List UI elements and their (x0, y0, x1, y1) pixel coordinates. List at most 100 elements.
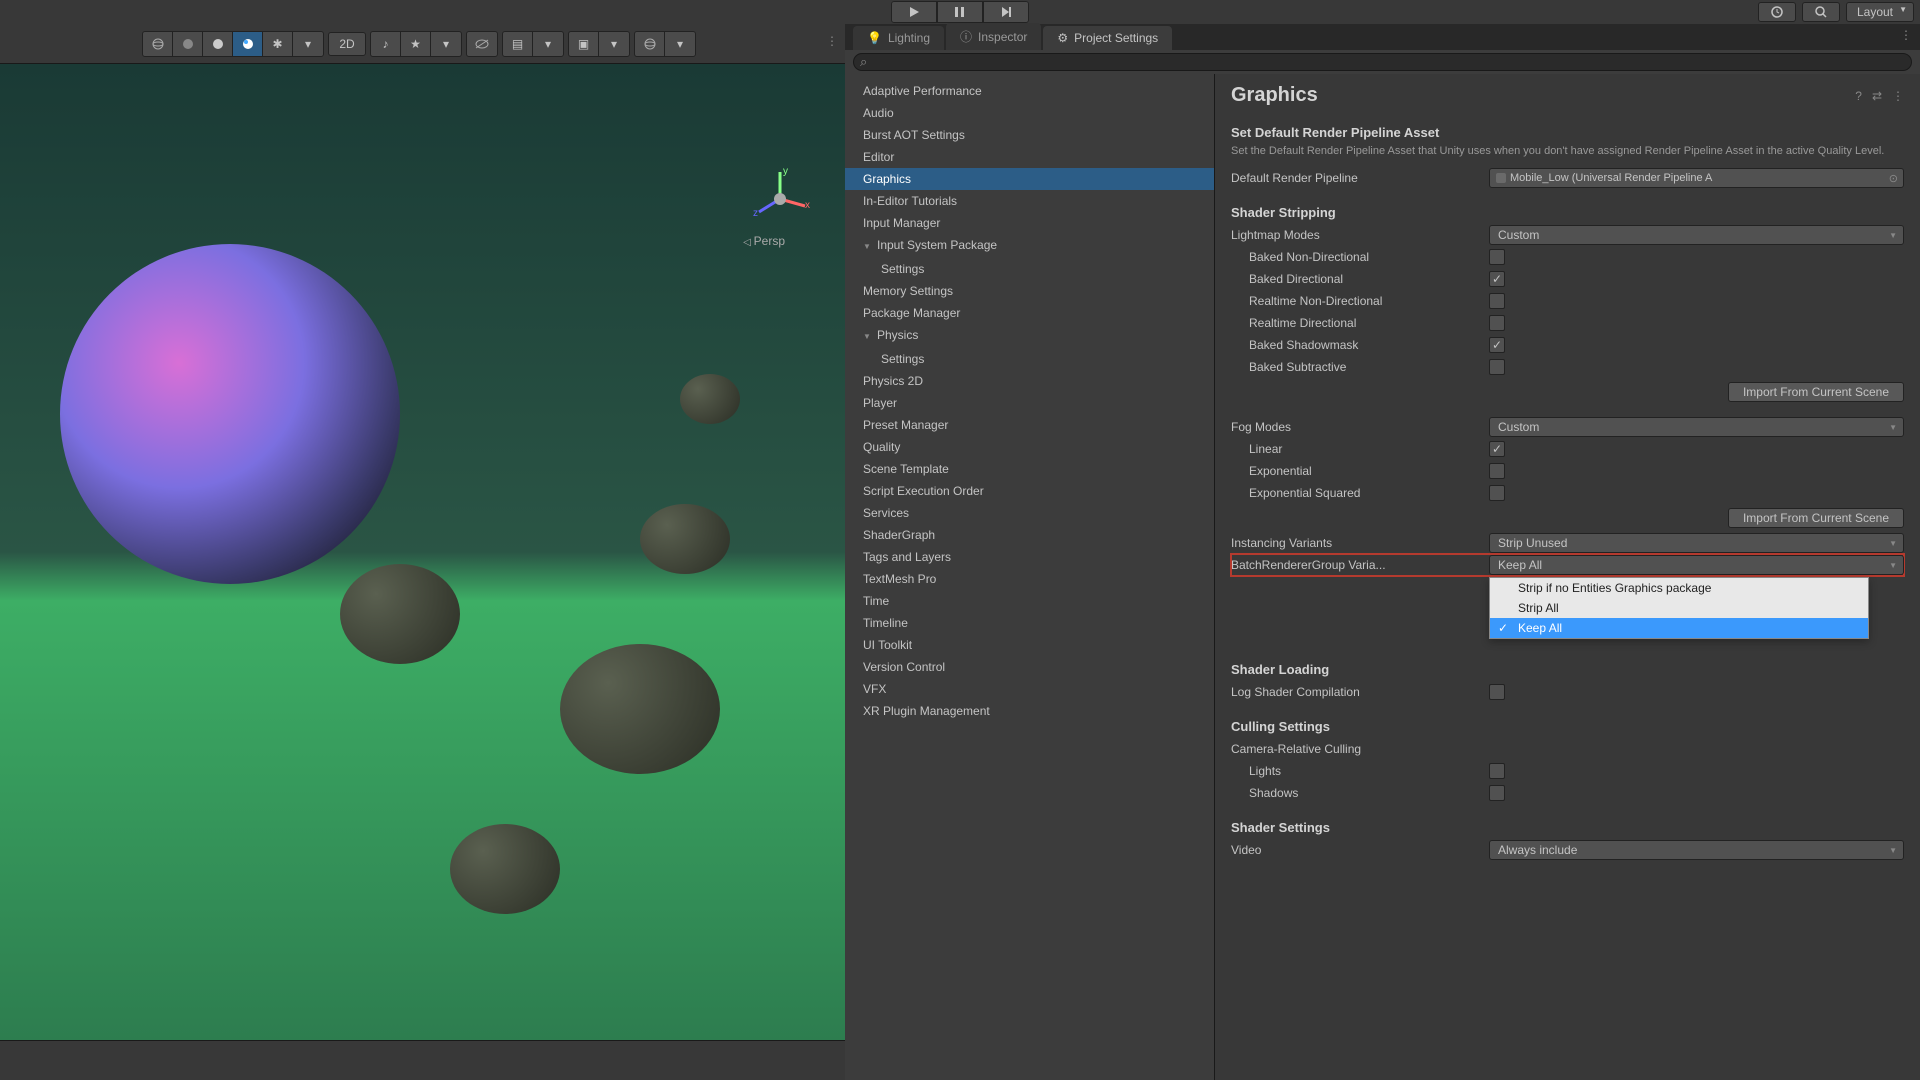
cat-script-execution-order[interactable]: Script Execution Order (845, 480, 1214, 502)
cat-version-control[interactable]: Version Control (845, 656, 1214, 678)
settings-search-input[interactable] (853, 53, 1912, 71)
label-log-shader-comp: Log Shader Compilation (1231, 685, 1481, 699)
cat-quality[interactable]: Quality (845, 436, 1214, 458)
cat-physics-2d[interactable]: Physics 2D (845, 370, 1214, 392)
shading-shaded-wire-icon[interactable] (173, 32, 203, 56)
checkbox-exponential[interactable] (1489, 463, 1505, 479)
checkbox-linear[interactable] (1489, 441, 1505, 457)
btn-import-lightmap[interactable]: Import From Current Scene (1728, 382, 1904, 402)
cat-ui-toolkit[interactable]: UI Toolkit (845, 634, 1214, 656)
cat-in-editor-tutorials[interactable]: In-Editor Tutorials (845, 190, 1214, 212)
label-instancing-variants: Instancing Variants (1231, 536, 1481, 550)
label-baked-shadowmask: Baked Shadowmask (1231, 338, 1481, 352)
svg-text:x: x (805, 200, 810, 211)
shading-wireframe-icon[interactable] (143, 32, 173, 56)
checkbox-log-shader-comp[interactable] (1489, 684, 1505, 700)
checkbox-baked-non-dir[interactable] (1489, 249, 1505, 265)
hidden-icon[interactable] (467, 32, 497, 56)
cat-xr-plugin-management[interactable]: XR Plugin Management (845, 700, 1214, 722)
checkbox-shadows[interactable] (1489, 785, 1505, 801)
cat-package-manager[interactable]: Package Manager (845, 302, 1214, 324)
search-icon[interactable] (1802, 2, 1840, 22)
debug-icon[interactable]: ✱ (263, 32, 293, 56)
checkbox-realtime-dir[interactable] (1489, 315, 1505, 331)
dropdown-instancing-variants[interactable]: Strip Unused (1489, 533, 1904, 553)
label-realtime-non-dir: Realtime Non-Directional (1231, 294, 1481, 308)
field-default-pipeline[interactable]: Mobile_Low (Universal Render Pipeline A (1489, 168, 1904, 188)
projection-label[interactable]: ◁ Persp (743, 234, 785, 248)
gizmos-icon[interactable] (635, 32, 665, 56)
tabs-menu-icon[interactable]: ⋮ (1900, 28, 1912, 42)
label-video: Video (1231, 843, 1481, 857)
tab-lighting[interactable]: 💡Lighting (853, 26, 944, 50)
gizmos-dropdown-icon[interactable]: ▾ (665, 32, 695, 56)
cat-player[interactable]: Player (845, 392, 1214, 414)
cat-textmesh-pro[interactable]: TextMesh Pro (845, 568, 1214, 590)
layers-dropdown-icon[interactable]: ▾ (533, 32, 563, 56)
dropdown-icon[interactable]: ▾ (293, 32, 323, 56)
gear-icon: ⚙ (1057, 31, 1068, 45)
cat-tags-and-layers[interactable]: Tags and Layers (845, 546, 1214, 568)
step-button[interactable] (983, 1, 1029, 23)
settings-details: Graphics ? ⇄ ⋮ Set Default Render Pipeli… (1215, 74, 1920, 1080)
undo-history-icon[interactable] (1758, 2, 1796, 22)
dropdown-video[interactable]: Always include (1489, 840, 1904, 860)
shading-material-icon[interactable] (233, 32, 263, 56)
preset-icon[interactable]: ⇄ (1872, 89, 1882, 103)
mode-2d-toggle[interactable]: 2D (328, 32, 366, 56)
layout-dropdown[interactable]: Layout (1846, 2, 1914, 22)
label-lights: Lights (1231, 764, 1481, 778)
cat-vfx[interactable]: VFX (845, 678, 1214, 700)
cat-adaptive-performance[interactable]: Adaptive Performance (845, 80, 1214, 102)
play-button[interactable] (891, 1, 937, 23)
orientation-gizmo[interactable]: y x z (745, 164, 815, 234)
cat-input-system-settings[interactable]: Settings (845, 258, 1214, 280)
cat-input-system-package[interactable]: Input System Package (845, 234, 1214, 258)
cat-scene-template[interactable]: Scene Template (845, 458, 1214, 480)
checkbox-exp-squared[interactable] (1489, 485, 1505, 501)
fx-icon[interactable]: ★ (401, 32, 431, 56)
cat-time[interactable]: Time (845, 590, 1214, 612)
label-baked-subtractive: Baked Subtractive (1231, 360, 1481, 374)
cat-input-manager[interactable]: Input Manager (845, 212, 1214, 234)
dd-option-keep-all[interactable]: Keep All (1490, 618, 1868, 638)
fx-dropdown-icon[interactable]: ▾ (431, 32, 461, 56)
audio-icon[interactable]: ♪ (371, 32, 401, 56)
camera-dropdown-icon[interactable]: ▾ (599, 32, 629, 56)
cat-graphics[interactable]: Graphics (845, 168, 1214, 190)
checkbox-realtime-non-dir[interactable] (1489, 293, 1505, 309)
cat-physics-settings[interactable]: Settings (845, 348, 1214, 370)
checkbox-baked-shadowmask[interactable] (1489, 337, 1505, 353)
help-icon[interactable]: ? (1855, 89, 1862, 103)
checkbox-baked-subtractive[interactable] (1489, 359, 1505, 375)
shading-shaded-icon[interactable] (203, 32, 233, 56)
cat-memory-settings[interactable]: Memory Settings (845, 280, 1214, 302)
dropdown-fog-modes[interactable]: Custom (1489, 417, 1904, 437)
cat-shadergraph[interactable]: ShaderGraph (845, 524, 1214, 546)
dropdown-lightmap-modes[interactable]: Custom (1489, 225, 1904, 245)
dd-option-strip-if-no-entities[interactable]: Strip if no Entities Graphics package (1490, 578, 1868, 598)
cat-burst-aot[interactable]: Burst AOT Settings (845, 124, 1214, 146)
scene-viewport[interactable]: y x z ◁ Persp (0, 64, 845, 1040)
menu-icon[interactable]: ⋮ (1892, 89, 1904, 103)
btn-import-fog[interactable]: Import From Current Scene (1728, 508, 1904, 528)
checkbox-baked-dir[interactable] (1489, 271, 1505, 287)
layers-icon[interactable]: ▤ (503, 32, 533, 56)
lightbulb-icon: 💡 (867, 31, 882, 45)
checkbox-lights[interactable] (1489, 763, 1505, 779)
scene-menu-icon[interactable]: ⋮ (826, 34, 837, 48)
cat-editor[interactable]: Editor (845, 146, 1214, 168)
tab-project-settings[interactable]: ⚙Project Settings (1043, 26, 1172, 50)
tab-inspector[interactable]: ⓘInspector (946, 23, 1041, 50)
cat-timeline[interactable]: Timeline (845, 612, 1214, 634)
heading-shader-settings: Shader Settings (1231, 820, 1904, 835)
dropdown-brg-variants[interactable]: Keep All (1489, 555, 1904, 575)
pause-button[interactable] (937, 1, 983, 23)
dd-option-strip-all[interactable]: Strip All (1490, 598, 1868, 618)
cat-preset-manager[interactable]: Preset Manager (845, 414, 1214, 436)
cat-audio[interactable]: Audio (845, 102, 1214, 124)
cat-physics[interactable]: Physics (845, 324, 1214, 348)
cat-services[interactable]: Services (845, 502, 1214, 524)
label-shadows: Shadows (1231, 786, 1481, 800)
camera-icon[interactable]: ▣ (569, 32, 599, 56)
